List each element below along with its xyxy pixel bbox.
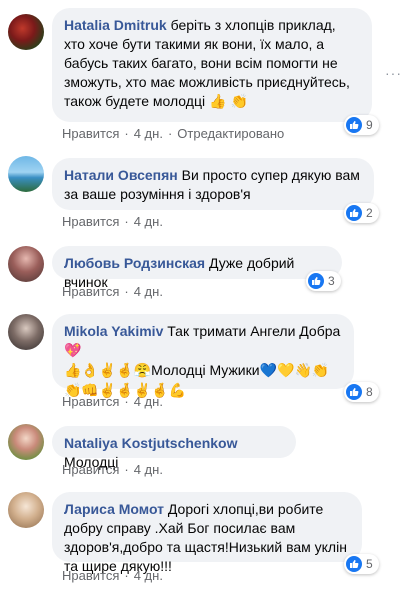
- avatar[interactable]: [8, 156, 44, 192]
- thumbs-up-icon: [346, 384, 362, 400]
- like-link[interactable]: Нравится: [62, 126, 119, 141]
- emoji-icons: 👍 👏: [208, 94, 249, 110]
- avatar[interactable]: [8, 314, 44, 350]
- comment-actions: Нравится · 4 дн. · Отредактировано: [62, 126, 285, 141]
- comment-actions: Нравится · 4 дн.: [62, 568, 163, 583]
- reaction-count[interactable]: 5: [344, 554, 379, 574]
- comment-actions: Нравится · 4 дн.: [62, 214, 163, 229]
- comment-actions: Нравится · 4 дн.: [62, 284, 163, 299]
- timestamp[interactable]: 4 дн.: [134, 462, 163, 477]
- emoji-icons-2: 💙💛👋👏: [259, 363, 330, 379]
- avatar[interactable]: [8, 492, 44, 528]
- comment-6: Лариса Момот Дорогі хлопці,ви робите доб…: [0, 488, 408, 597]
- avatar[interactable]: [8, 14, 44, 50]
- reaction-count[interactable]: 9: [344, 115, 379, 135]
- thumbs-up-icon: [346, 556, 362, 572]
- comment-actions: Нравится · 4 дн.: [62, 394, 163, 409]
- comment-bubble: Натали Овсепян Ви просто супер дякую вам…: [52, 158, 374, 210]
- comment-bubble: Hatalia Dmitruk беріть з хлопців приклад…: [52, 8, 372, 122]
- comment-4: Mikola Yakimiv Так тримати Ангели Добра 💖…: [0, 308, 408, 418]
- like-link[interactable]: Нравится: [62, 568, 119, 583]
- comment-1: Hatalia Dmitruk беріть з хлопців приклад…: [0, 0, 408, 148]
- timestamp[interactable]: 4 дн.: [134, 214, 163, 229]
- comment-5: Nataliya Kostjutschenkow Молодці Нравитс…: [0, 420, 408, 486]
- reaction-count[interactable]: 2: [344, 203, 379, 223]
- avatar[interactable]: [8, 424, 44, 460]
- comment-author[interactable]: Любовь Родзинская: [64, 255, 205, 271]
- timestamp[interactable]: 4 дн.: [134, 126, 163, 141]
- thumbs-up-icon: [346, 205, 362, 221]
- reaction-count[interactable]: 3: [306, 271, 341, 291]
- comment-bubble: Лариса Момот Дорогі хлопці,ви робите доб…: [52, 492, 362, 574]
- thumbs-up-icon: [346, 117, 362, 133]
- timestamp[interactable]: 4 дн.: [134, 568, 163, 583]
- like-link[interactable]: Нравится: [62, 462, 119, 477]
- comment-bubble: Mikola Yakimiv Так тримати Ангели Добра 💖…: [52, 314, 354, 399]
- comment-author[interactable]: Mikola Yakimiv: [64, 323, 163, 339]
- avatar[interactable]: [8, 246, 44, 282]
- comment-3: Любовь Родзинская Дуже добрий вчинок Нра…: [0, 236, 408, 304]
- emoji-icons: 👍👌✌️🤞😤: [64, 363, 152, 379]
- comment-author[interactable]: Nataliya Kostjutschenkow: [64, 435, 238, 451]
- comment-bubble: Любовь Родзинская Дуже добрий вчинок: [52, 246, 342, 290]
- like-link[interactable]: Нравится: [62, 284, 119, 299]
- comment-text: Так тримати Ангели Добра: [167, 323, 341, 339]
- comment-2: Натали Овсепян Ви просто супер дякую вам…: [0, 150, 408, 230]
- heart-icon: 💖: [64, 343, 82, 359]
- more-options-icon[interactable]: ···: [385, 65, 402, 81]
- comment-author[interactable]: Лариса Момот: [64, 501, 164, 517]
- thumbs-up-icon: [308, 273, 324, 289]
- timestamp[interactable]: 4 дн.: [134, 284, 163, 299]
- timestamp[interactable]: 4 дн.: [134, 394, 163, 409]
- comment-author[interactable]: Натали Овсепян: [64, 167, 178, 183]
- comment-actions: Нравится · 4 дн.: [62, 462, 163, 477]
- reaction-count[interactable]: 8: [344, 382, 379, 402]
- comment-bubble: Nataliya Kostjutschenkow Молодці: [52, 426, 296, 470]
- like-link[interactable]: Нравится: [62, 214, 119, 229]
- like-link[interactable]: Нравится: [62, 394, 119, 409]
- comment-author[interactable]: Hatalia Dmitruk: [64, 17, 167, 33]
- edited-label: Отредактировано: [177, 126, 285, 141]
- comment-text-2: Молодці Мужики: [151, 362, 260, 378]
